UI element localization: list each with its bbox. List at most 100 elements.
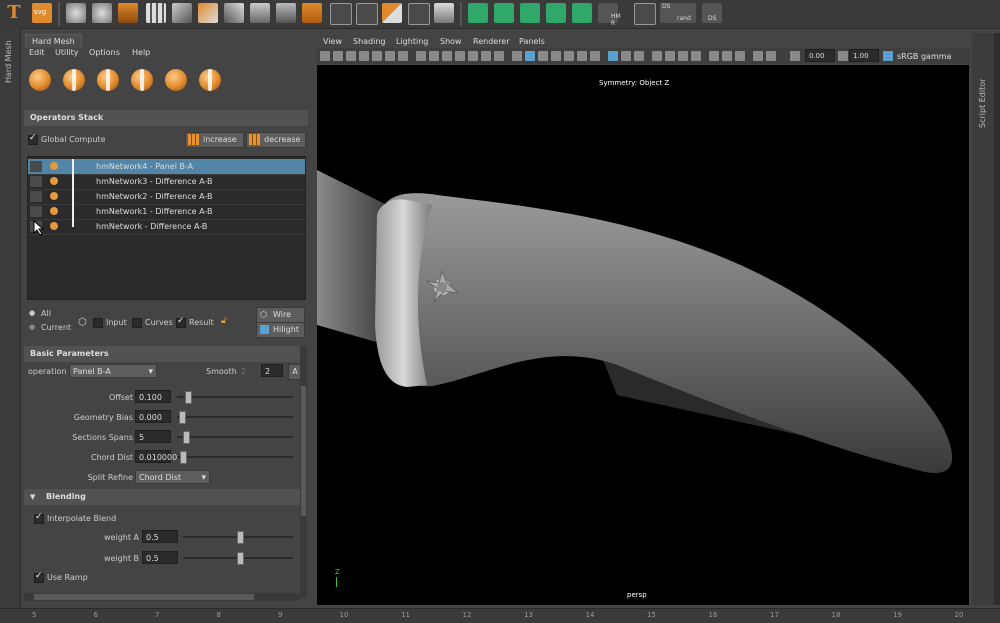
hard-mesh-vertical-tab[interactable]: Hard Mesh — [4, 40, 13, 83]
geometry-bias-field[interactable]: 0.000 — [135, 410, 171, 423]
decrease-button[interactable]: decrease — [246, 132, 306, 148]
2d-pan-icon[interactable] — [372, 51, 382, 61]
camera-attributes-icon[interactable] — [333, 51, 343, 61]
global-compute-checkbox[interactable] — [28, 133, 38, 145]
basic-parameters-header[interactable]: Basic Parameters — [24, 346, 300, 362]
resolution-gate-icon[interactable] — [429, 51, 439, 61]
split-refine-dropdown[interactable]: Chord Dist — [135, 470, 210, 485]
grid-toggle-icon[interactable] — [398, 51, 408, 61]
safe-action-icon[interactable] — [468, 51, 478, 61]
offset-field[interactable]: 0.100 — [135, 390, 171, 403]
depth-of-field-icon[interactable] — [709, 51, 719, 61]
hilight-button[interactable]: Hilight — [256, 322, 305, 338]
uv-icon[interactable] — [198, 3, 218, 23]
wireframe-icon[interactable] — [512, 51, 522, 61]
offset-slider-knob[interactable] — [184, 391, 192, 404]
bounding-box-icon[interactable] — [356, 3, 378, 25]
input-checkbox[interactable] — [93, 318, 103, 328]
viewport-menu-lighting[interactable]: Lighting — [396, 37, 428, 46]
sections-spans-slider[interactable] — [177, 431, 293, 444]
green-tool-3-icon[interactable] — [520, 3, 540, 23]
result-checkbox[interactable] — [176, 316, 186, 328]
visibility-toggle[interactable] — [30, 206, 42, 217]
weight-a-slider-knob[interactable] — [237, 531, 244, 544]
compute-bulb-icon[interactable] — [50, 162, 58, 170]
rand-icon[interactable]: rand — [676, 3, 696, 23]
exposure-field[interactable]: 0.00 — [805, 49, 835, 62]
color-management-icon[interactable] — [883, 51, 893, 61]
ds-edit-icon[interactable]: DS — [702, 3, 722, 23]
offset-slider[interactable] — [177, 391, 293, 404]
chord-dist-slider-knob[interactable] — [180, 451, 188, 464]
pen-icon[interactable] — [224, 3, 244, 23]
time-slider[interactable]: 5 6 7 8 9 10 11 12 13 14 15 16 17 18 19 20 — [0, 608, 1000, 623]
cube-icon[interactable] — [172, 3, 192, 23]
xray-joints-icon[interactable] — [621, 51, 631, 61]
textured-icon[interactable] — [551, 51, 561, 61]
image-plane-icon[interactable] — [359, 51, 369, 61]
hard-mesh-tab[interactable]: Hard Mesh — [25, 34, 82, 48]
motion-blur-icon[interactable] — [678, 51, 688, 61]
blending-header[interactable]: ▼ Blending — [24, 489, 300, 505]
grease-pencil-icon[interactable] — [385, 51, 395, 61]
shadows-icon[interactable] — [577, 51, 587, 61]
xray-icon[interactable] — [608, 51, 618, 61]
split-icon[interactable] — [382, 3, 402, 23]
extrude-icon[interactable] — [250, 3, 270, 23]
weight-a-slider[interactable] — [183, 531, 293, 544]
operator-row[interactable]: hmNetwork1 - Difference A-B — [28, 204, 305, 220]
geometry-bias-slider[interactable] — [177, 411, 293, 424]
text-tool-icon[interactable]: T — [4, 3, 24, 23]
hm-r-icon[interactable]: HM R — [598, 3, 621, 27]
menu-help[interactable]: Help — [132, 48, 150, 57]
sections-spans-field[interactable]: 5 — [135, 430, 171, 443]
hm-sphere-cut-icon[interactable] — [97, 69, 119, 91]
weight-b-slider[interactable] — [183, 552, 293, 565]
sections-spans-slider-knob[interactable] — [183, 431, 191, 444]
hm-sphere-icon[interactable] — [29, 69, 51, 91]
green-tool-5-icon[interactable] — [572, 3, 592, 23]
curves-checkbox[interactable] — [132, 318, 142, 328]
operator-row[interactable]: hmNetwork3 - Difference A-B — [28, 174, 305, 190]
ssao-icon[interactable] — [665, 51, 675, 61]
all-radio-icon[interactable]: ● — [29, 309, 35, 317]
color-space-label[interactable]: sRGB gamma — [897, 52, 951, 61]
gamma-field[interactable]: 1.00 — [849, 49, 879, 62]
knife-handle-model[interactable] — [317, 65, 969, 605]
green-tool-4-icon[interactable] — [546, 3, 566, 23]
increase-button[interactable]: increase — [185, 132, 244, 148]
compute-bulb-icon[interactable] — [50, 177, 58, 185]
bookmark-icon[interactable] — [346, 51, 356, 61]
mirror-icon[interactable] — [118, 3, 138, 23]
visibility-toggle[interactable] — [30, 191, 42, 202]
interpolate-blend-checkbox[interactable] — [34, 512, 44, 524]
bevel-icon[interactable] — [276, 3, 296, 23]
menu-edit[interactable]: Edit — [29, 48, 45, 57]
align-icon[interactable] — [330, 3, 352, 25]
ambient-occlusion-icon[interactable] — [590, 51, 600, 61]
horizontal-scrollbar[interactable] — [24, 593, 300, 601]
chord-dist-field[interactable]: 0.010000 — [135, 450, 177, 463]
current-radio-icon[interactable]: ● — [29, 323, 35, 331]
select-camera-icon[interactable] — [320, 51, 330, 61]
gate-mask-icon[interactable] — [442, 51, 452, 61]
operator-row[interactable]: hmNetwork4 - Panel B-A — [28, 159, 305, 175]
viewport-menu-shading[interactable]: Shading — [353, 37, 386, 46]
viewport-menu-panels[interactable]: Panels — [519, 37, 545, 46]
compute-bulb-icon[interactable] — [50, 207, 58, 215]
smooth-field[interactable]: 2 — [261, 364, 283, 377]
scrollbar-thumb[interactable] — [301, 386, 306, 516]
xray-active-icon[interactable] — [634, 51, 644, 61]
lock-icon[interactable]: 🔓︎ — [221, 316, 227, 326]
anti-aliasing-icon[interactable] — [691, 51, 701, 61]
hm-sphere-split-icon[interactable] — [63, 69, 85, 91]
weight-a-field[interactable]: 0.5 — [142, 530, 178, 543]
operators-stack-header[interactable]: Operators Stack — [24, 110, 308, 126]
film-gate-icon[interactable] — [416, 51, 426, 61]
horizontal-scrollbar-thumb[interactable] — [34, 594, 254, 600]
isolate-select-icon[interactable] — [652, 51, 662, 61]
viewport-menu-renderer[interactable]: Renderer — [473, 37, 510, 46]
resolution-icon[interactable] — [494, 51, 504, 61]
smooth-icon[interactable] — [66, 3, 86, 23]
gizmo-icon[interactable] — [735, 51, 745, 61]
